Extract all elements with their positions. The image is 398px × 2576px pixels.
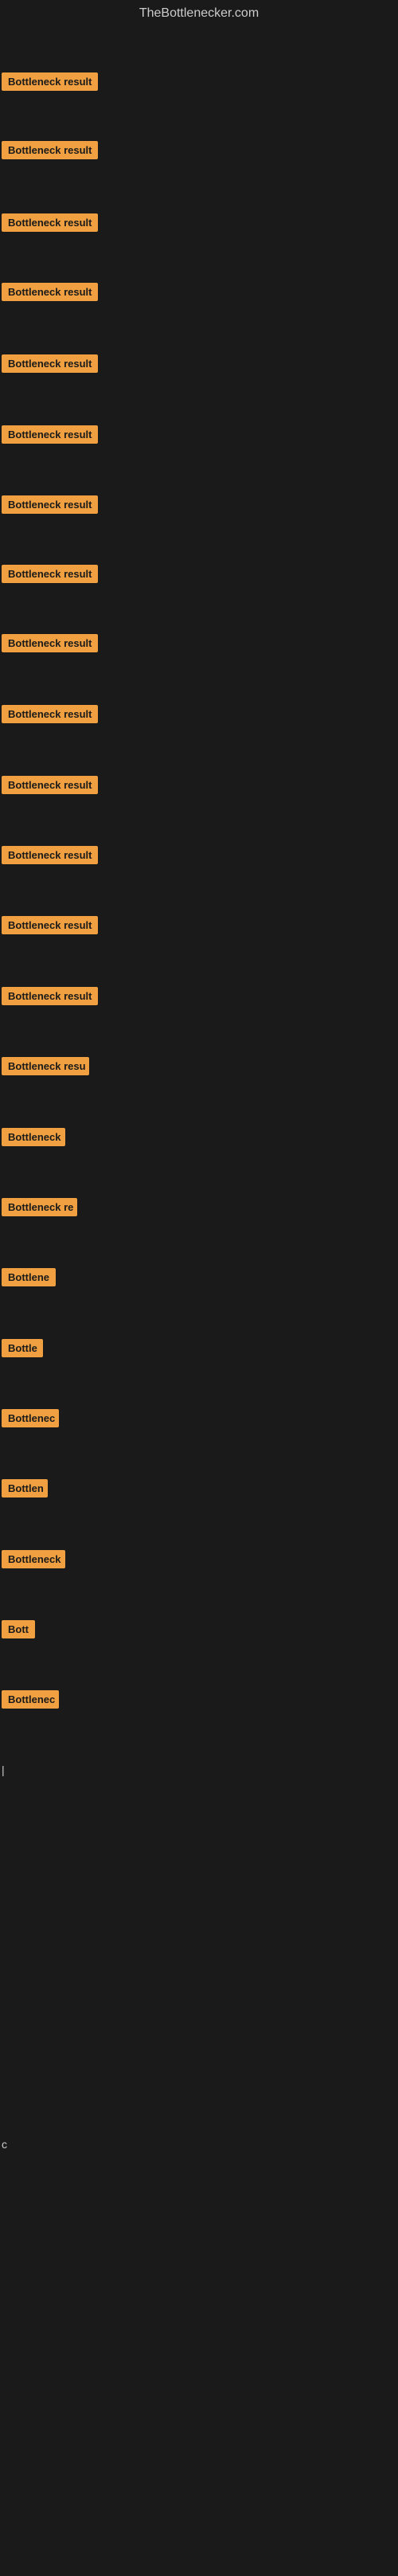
bottleneck-item: Bottleneck [2,1128,65,1150]
bottleneck-item: Bottleneck result [2,213,98,236]
bottleneck-item: Bottle [2,1339,43,1361]
bottleneck-badge[interactable]: Bottleneck re [2,1198,77,1216]
bottleneck-badge[interactable]: Bottleneck result [2,354,98,373]
bottleneck-badge[interactable]: Bottleneck [2,1128,65,1146]
bottleneck-badge[interactable]: Bottleneck result [2,141,98,159]
cursor: | [2,1764,5,1776]
bottleneck-item: Bottleneck result [2,634,98,656]
bottleneck-item: Bottlenec [2,1409,59,1431]
bottleneck-item: Bottleneck result [2,72,98,95]
bottleneck-badge[interactable]: Bottleneck [2,1550,65,1568]
bottleneck-badge[interactable]: Bottleneck result [2,213,98,232]
bottleneck-item: Bottlene [2,1268,56,1290]
bottleneck-item: Bottleneck result [2,776,98,798]
bottleneck-badge[interactable]: Bottleneck result [2,72,98,91]
bottleneck-item: Bottleneck result [2,846,98,868]
bottleneck-badge[interactable]: Bottleneck result [2,634,98,652]
bottleneck-item: Bottlen [2,1479,48,1501]
bottleneck-badge[interactable]: Bottleneck result [2,916,98,934]
bottleneck-item: Bottleneck [2,1550,65,1572]
bottleneck-item: Bottleneck result [2,705,98,727]
bottleneck-badge[interactable]: Bottle [2,1339,43,1357]
bottleneck-badge[interactable]: Bottleneck result [2,565,98,583]
bottleneck-badge[interactable]: Bottleneck resu [2,1057,89,1075]
bottleneck-badge[interactable]: Bottlene [2,1268,56,1286]
bottleneck-item: Bottleneck result [2,565,98,587]
bottleneck-badge[interactable]: Bottlenec [2,1409,59,1427]
bottleneck-badge[interactable]: Bottleneck result [2,425,98,444]
bottleneck-badge[interactable]: Bottleneck result [2,846,98,864]
bottleneck-badge[interactable]: Bottlen [2,1479,48,1497]
bottleneck-item: Bottleneck result [2,354,98,377]
site-title: TheBottlenecker.com [0,0,398,27]
bottleneck-item: Bottleneck re [2,1198,77,1220]
bottleneck-item: Bottleneck result [2,495,98,518]
bottleneck-item: Bott [2,1620,35,1642]
bottleneck-item: Bottleneck resu [2,1057,89,1079]
bottleneck-item: Bottleneck result [2,141,98,163]
bottleneck-badge[interactable]: Bottlenec [2,1690,59,1709]
bottleneck-badge[interactable]: Bottleneck result [2,705,98,723]
bottleneck-badge[interactable]: Bottleneck result [2,987,98,1005]
bottleneck-item: Bottlenec [2,1690,59,1713]
bottom-char: c [2,2138,7,2151]
bottleneck-badge[interactable]: Bottleneck result [2,776,98,794]
page-wrapper: TheBottlenecker.com Bottleneck result Bot… [0,0,398,2576]
bottleneck-badge[interactable]: Bottleneck result [2,283,98,301]
bottleneck-badge[interactable]: Bottleneck result [2,495,98,514]
bottleneck-item: Bottleneck result [2,283,98,305]
bottleneck-item: Bottleneck result [2,425,98,448]
bottleneck-badge[interactable]: Bott [2,1620,35,1638]
bottleneck-item: Bottleneck result [2,916,98,938]
bottleneck-item: Bottleneck result [2,987,98,1009]
